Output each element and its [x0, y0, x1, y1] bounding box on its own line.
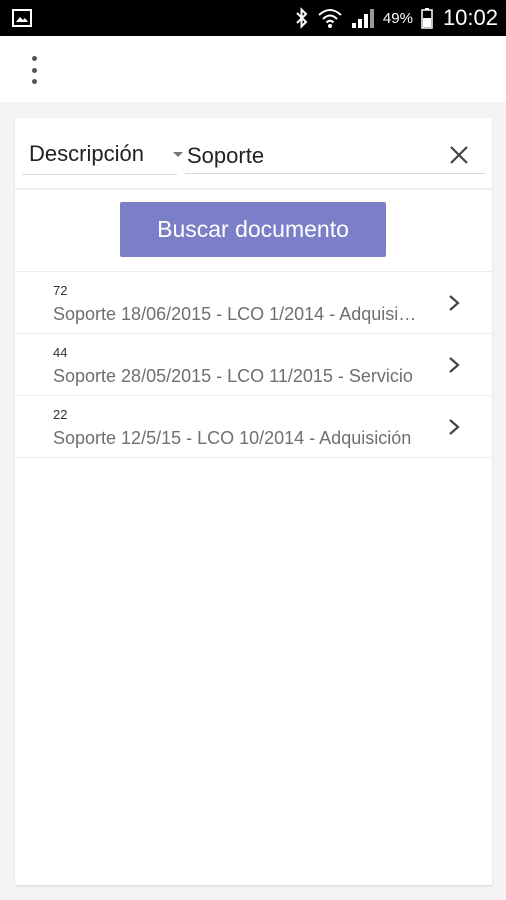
wifi-icon — [318, 9, 342, 28]
search-document-button[interactable]: Buscar documento — [120, 202, 386, 257]
result-title: Soporte 18/06/2015 - LCO 1/2014 - Adquis… — [53, 304, 423, 324]
menu-dot — [31, 56, 37, 61]
more-vert-icon[interactable] — [22, 56, 46, 84]
menu-dot — [31, 79, 37, 84]
close-icon[interactable] — [447, 143, 471, 167]
search-card: Descripción Buscar documento 72 Soporte … — [15, 118, 492, 885]
battery-icon — [421, 8, 433, 29]
result-id: 72 — [53, 283, 68, 298]
result-title: Soporte 12/5/15 - LCO 10/2014 - Adquisic… — [53, 428, 412, 448]
result-title: Soporte 28/05/2015 - LCO 11/2015 - Servi… — [53, 366, 413, 386]
signal-icon — [351, 9, 374, 28]
result-id: 44 — [53, 345, 68, 360]
search-input[interactable] — [185, 138, 485, 174]
result-id: 22 — [53, 407, 68, 422]
chevron-right-icon — [449, 419, 460, 435]
status-icons: 49% 10:02 — [295, 0, 498, 36]
bluetooth-icon — [296, 7, 308, 29]
status-bar: 49% 10:02 — [0, 0, 506, 36]
chevron-right-icon — [449, 295, 460, 311]
search-field-label: Descripción — [29, 141, 144, 166]
app-bar — [0, 36, 506, 102]
screenshot-icon — [12, 9, 32, 27]
status-clock: 10:02 — [442, 5, 498, 30]
search-field-select[interactable]: Descripción — [22, 138, 183, 175]
dropdown-caret-icon — [173, 152, 183, 157]
menu-dot — [31, 67, 37, 73]
list-item[interactable]: 44 Soporte 28/05/2015 - LCO 11/2015 - Se… — [15, 334, 492, 396]
list-item[interactable]: 22 Soporte 12/5/15 - LCO 10/2014 - Adqui… — [15, 396, 492, 458]
results-list: 72 Soporte 18/06/2015 - LCO 1/2014 - Adq… — [15, 271, 492, 458]
battery-percent: 49% — [382, 9, 413, 27]
chevron-right-icon — [449, 357, 460, 373]
list-item[interactable]: 72 Soporte 18/06/2015 - LCO 1/2014 - Adq… — [15, 272, 492, 334]
search-row: Descripción — [15, 118, 492, 190]
